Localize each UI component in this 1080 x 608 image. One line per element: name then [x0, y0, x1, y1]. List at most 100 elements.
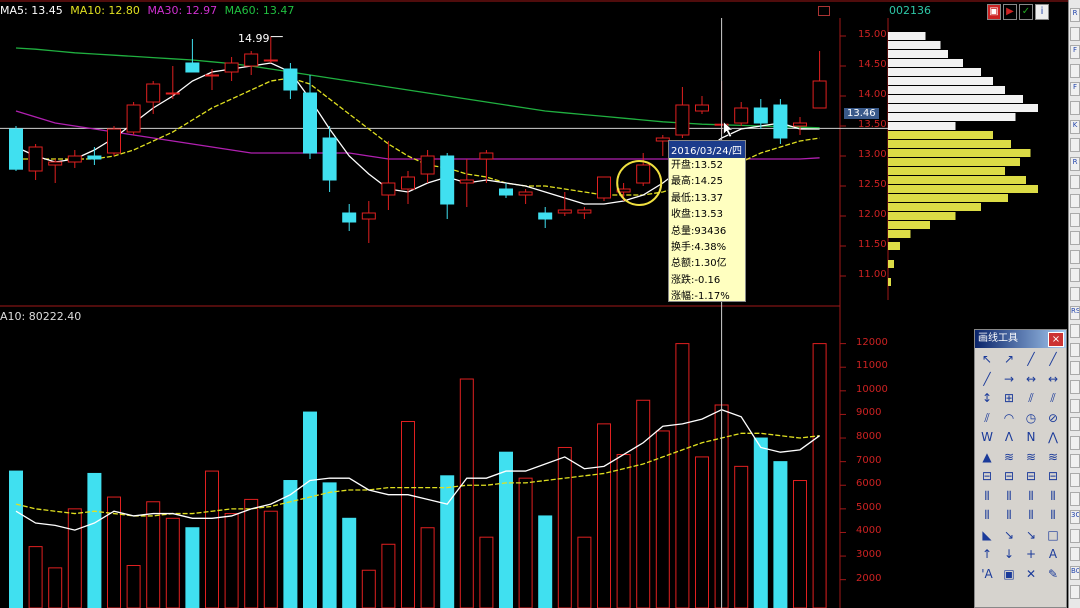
drawing-tool-button[interactable]: ↔: [1042, 370, 1064, 390]
drawing-tool-button[interactable]: ◷: [1020, 409, 1042, 429]
side-tool-button[interactable]: [1070, 584, 1080, 599]
drawing-tool-button[interactable]: ⊞: [998, 389, 1020, 409]
drawing-tool-button[interactable]: ⫽: [976, 409, 998, 429]
drawing-tool-button[interactable]: ⦀: [1042, 506, 1064, 526]
drawing-tool-button[interactable]: ↖: [976, 350, 998, 370]
side-tool-button[interactable]: [1070, 26, 1080, 41]
volume-profile-bar: [888, 59, 963, 67]
side-tool-button[interactable]: [1070, 491, 1080, 506]
side-tool-button[interactable]: B0: [1070, 566, 1080, 580]
side-tool-button[interactable]: [1070, 138, 1080, 153]
side-tool-button[interactable]: [1070, 417, 1080, 432]
side-tool-button[interactable]: R: [1070, 8, 1080, 22]
drawing-tool-button[interactable]: ▣: [998, 565, 1020, 585]
drawing-tool-button[interactable]: →: [998, 370, 1020, 390]
tooltip-row: 最高:14.25: [671, 176, 723, 188]
drawing-tool-button[interactable]: ✎: [1042, 565, 1064, 585]
drawing-tool-button[interactable]: ✕: [1020, 565, 1042, 585]
drawing-tool-button[interactable]: ⦀: [1042, 487, 1064, 507]
volume-bars: [9, 343, 827, 608]
drawing-tool-button[interactable]: □: [1042, 526, 1064, 546]
side-tool-button[interactable]: [1070, 212, 1080, 227]
side-tool-button[interactable]: [1070, 268, 1080, 283]
side-tool-button[interactable]: [1070, 473, 1080, 487]
info-icon[interactable]: i: [1035, 4, 1049, 20]
drawing-tool-button[interactable]: ↗: [998, 350, 1020, 370]
drawing-tool-button[interactable]: ⫽: [1042, 389, 1064, 409]
drawing-tool-button[interactable]: Λ: [998, 428, 1020, 448]
drawing-tool-button[interactable]: ╱: [1020, 350, 1042, 370]
drawing-tool-button[interactable]: 'A: [976, 565, 998, 585]
side-tool-button[interactable]: [1070, 249, 1080, 264]
window-restore-button[interactable]: [818, 6, 830, 16]
drawing-tool-button[interactable]: Ν: [1020, 428, 1042, 448]
volume-bar: [440, 475, 455, 608]
drawing-tool-button[interactable]: ↘: [998, 526, 1020, 546]
side-tool-button[interactable]: [1070, 435, 1080, 450]
drawing-tool-button[interactable]: ⦀: [1020, 506, 1042, 526]
toolbox-title-bar[interactable]: 画线工具 ×: [975, 330, 1066, 348]
drawing-tool-button[interactable]: ⦀: [998, 487, 1020, 507]
drawing-tool-button[interactable]: ↔: [1020, 370, 1042, 390]
side-tool-button[interactable]: [1070, 287, 1080, 301]
side-tool-button[interactable]: [1070, 528, 1080, 543]
volume-profile-bar: [888, 131, 993, 139]
side-tool-button[interactable]: [1070, 231, 1080, 246]
drawing-tool-button[interactable]: A: [1042, 545, 1064, 565]
side-tool-button[interactable]: [1070, 342, 1080, 357]
volume-bar: [401, 421, 415, 608]
drawing-tool-button[interactable]: ▲: [976, 448, 998, 468]
drawing-tool-button[interactable]: ⊟: [998, 467, 1020, 487]
drawing-tool-button[interactable]: +: [1020, 545, 1042, 565]
side-tool-button[interactable]: [1070, 361, 1080, 376]
record-icon[interactable]: ▣: [987, 4, 1001, 20]
side-tool-button[interactable]: [1070, 63, 1080, 78]
side-tool-button[interactable]: [1070, 101, 1080, 115]
drawing-tool-button[interactable]: ⦀: [976, 487, 998, 507]
side-tool-button[interactable]: F: [1070, 45, 1080, 60]
drawing-tool-button[interactable]: ≋: [1020, 448, 1042, 468]
drawing-tool-button[interactable]: W: [976, 428, 998, 448]
drawing-tool-button[interactable]: ↑: [976, 545, 998, 565]
side-tool-button[interactable]: [1070, 380, 1080, 394]
drawing-tool-button[interactable]: ◠: [998, 409, 1020, 429]
side-tool-button[interactable]: 3C: [1070, 510, 1080, 525]
drawing-tool-button[interactable]: ⊘: [1042, 409, 1064, 429]
drawing-tool-button[interactable]: ⦀: [998, 506, 1020, 526]
side-tool-button[interactable]: [1070, 454, 1080, 469]
side-tool-button[interactable]: RS: [1070, 305, 1080, 320]
drawing-tool-button[interactable]: ↘: [1020, 526, 1042, 546]
drawing-tool-button[interactable]: ⫽: [1020, 389, 1042, 409]
drawing-tool-button[interactable]: ↕: [976, 389, 998, 409]
drawing-tool-button[interactable]: ⊟: [1020, 467, 1042, 487]
volume-bar: [87, 472, 102, 608]
toolbox-close-button[interactable]: ×: [1048, 332, 1064, 347]
kline-chart[interactable]: [0, 0, 1080, 608]
drawing-tool-button[interactable]: ⋀: [1042, 428, 1064, 448]
side-tool-button[interactable]: [1070, 398, 1080, 413]
drawing-tool-button[interactable]: ↓: [998, 545, 1020, 565]
side-tool-button[interactable]: [1070, 324, 1080, 339]
check-icon[interactable]: ✓: [1019, 4, 1033, 20]
side-tool-button[interactable]: F: [1070, 82, 1080, 97]
side-tool-button[interactable]: R: [1070, 156, 1080, 171]
volume-bar: [165, 517, 180, 608]
drawing-tool-button[interactable]: ⦀: [1020, 487, 1042, 507]
drawing-tool-button[interactable]: ≋: [1042, 448, 1064, 468]
side-tool-button[interactable]: [1070, 175, 1080, 190]
drawing-tool-button[interactable]: ⦀: [976, 506, 998, 526]
volume-bar: [557, 446, 572, 608]
drawing-tool-button[interactable]: ╱: [976, 370, 998, 390]
candle-info-tooltip: 2016/03/24/四 开盘:13.52 最高:14.25 最低:13.37 收盘:…: [668, 140, 746, 302]
side-tool-button[interactable]: K: [1070, 119, 1080, 134]
flag-icon[interactable]: ▶: [1003, 4, 1017, 20]
drawing-tool-button[interactable]: ◣: [976, 526, 998, 546]
candle-body: [753, 107, 768, 124]
drawing-tool-button[interactable]: ≋: [998, 448, 1020, 468]
side-tool-button[interactable]: [1070, 547, 1080, 562]
drawing-tool-button[interactable]: ╱: [1042, 350, 1064, 370]
side-tool-button[interactable]: [1070, 194, 1080, 208]
drawing-tool-button[interactable]: ⊟: [1042, 467, 1064, 487]
volume-profile-bar: [888, 50, 948, 58]
drawing-tool-button[interactable]: ⊟: [976, 467, 998, 487]
